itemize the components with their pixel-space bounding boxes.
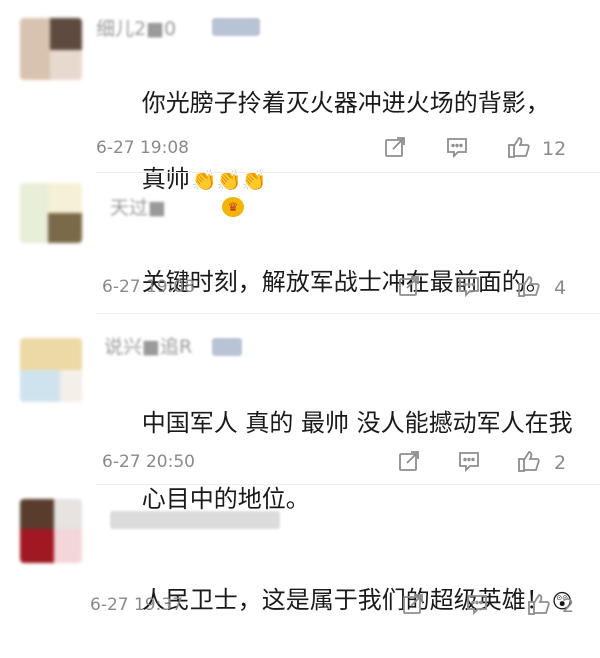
thumbs-up-icon[interactable] [516,448,546,478]
timestamp: 6-27 19:37 [90,595,183,615]
avatar[interactable] [20,338,82,402]
comment-meta: 6-27 19:37 2 [90,591,580,621]
username[interactable]: 说兴■追R [104,332,192,359]
share-icon[interactable] [396,273,426,303]
comment-meta: 6-27 19:08 12 [96,134,576,164]
thumbs-up-icon[interactable] [506,134,536,164]
avatar[interactable] [20,18,82,80]
user-badge [110,511,280,529]
comment-item: 天过■ ♛ 关键时刻，解放军战士冲在最前面的。 6-27 19:08 4 [0,173,600,314]
comment-meta: 6-27 19:08 4 [96,273,576,303]
share-icon[interactable] [400,591,430,621]
like-count: 2 [562,595,575,617]
username[interactable]: 细儿2■0 [96,14,176,41]
like-count: 12 [542,138,567,160]
timestamp: 6-27 20:50 [102,452,195,472]
comment-item: 人民卫士，这是属于我们的超级英雄！ 😲 6-27 19:37 2 [0,485,600,631]
username[interactable]: 天过■ [110,193,166,220]
comment-text-line: 中国军人 真的 最帅 没人能撼动军人在我 [141,409,573,437]
crown-icon: ♛ [222,197,244,217]
comment-list: 细儿2■0 你光膀子拎着灭火器冲进火场的背影， 真帅 👏👏👏 6-27 19:08… [0,0,600,631]
comment-item: 细儿2■0 你光膀子拎着灭火器冲进火场的背影， 真帅 👏👏👏 6-27 19:08… [0,0,600,193]
like-count: 2 [554,452,567,474]
user-badge [212,18,260,36]
like-count: 4 [554,277,567,299]
timestamp: 6-27 19:08 [102,277,195,297]
comment-icon[interactable] [456,273,486,303]
avatar[interactable] [20,499,82,563]
comment-meta: 6-27 20:50 2 [96,448,576,478]
comment-icon[interactable] [464,591,494,621]
share-icon[interactable] [382,134,412,164]
timestamp: 6-27 19:08 [96,138,189,158]
user-badge [212,338,242,356]
share-icon[interactable] [396,448,426,478]
thumbs-up-icon[interactable] [526,591,556,621]
comment-item: 说兴■追R 中国军人 真的 最帅 没人能撼动军人在我 心目中的地位。 6-27 … [0,314,600,513]
avatar[interactable] [20,183,82,243]
thumbs-up-icon[interactable] [516,273,546,303]
comment-text-line: 你光膀子拎着灭火器冲进火场的背影， [141,89,550,117]
comment-icon[interactable] [444,134,474,164]
comment-icon[interactable] [456,448,486,478]
